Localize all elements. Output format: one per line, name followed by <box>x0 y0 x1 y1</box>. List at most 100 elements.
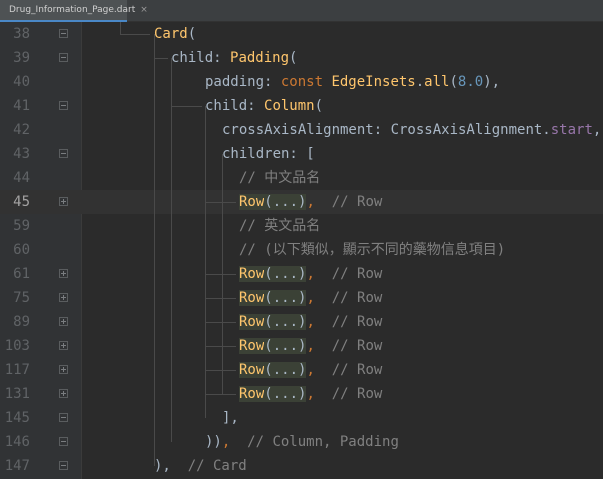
code-line[interactable]: 39 child: Padding( <box>0 46 603 70</box>
code-token: Row <box>239 314 265 330</box>
code-line[interactable]: 44 // 中文品名 <box>0 166 603 190</box>
code-token: start <box>550 122 593 138</box>
code-line[interactable]: 60 // (以下類似，顯示不同的藥物信息項目) <box>0 238 603 262</box>
line-number: 89 <box>13 314 30 330</box>
code-token: // Row <box>314 362 383 378</box>
code-token: Row <box>239 290 265 306</box>
code-line[interactable]: 131 Row(...), // Row <box>0 382 603 406</box>
fold-collapse-icon[interactable] <box>59 461 68 470</box>
code-token: (...) <box>264 290 307 306</box>
line-number: 41 <box>13 98 30 114</box>
code-text: Row(...), // Row <box>239 190 382 214</box>
fold-expand-icon[interactable] <box>59 317 68 326</box>
code-token: Row <box>239 338 265 354</box>
line-number: 75 <box>13 290 30 306</box>
code-line[interactable]: 59 // 英文品名 <box>0 214 603 238</box>
code-token: ( <box>187 26 197 42</box>
code-line[interactable]: 43 children: [ <box>0 142 603 166</box>
code-token: . <box>415 74 425 90</box>
code-token: (...) <box>264 266 307 282</box>
code-token: (...) <box>264 386 307 402</box>
code-line[interactable]: 103 Row(...), // Row <box>0 334 603 358</box>
line-number: 45 <box>13 194 30 210</box>
code-token: , <box>306 314 315 330</box>
fold-collapse-icon[interactable] <box>59 437 68 446</box>
fold-collapse-icon[interactable] <box>59 53 68 62</box>
fold-expand-icon[interactable] <box>59 197 68 206</box>
code-token: , <box>306 362 315 378</box>
code-token: // Row <box>314 290 383 306</box>
code-token: // Row <box>314 314 383 330</box>
tab-drug-information-page[interactable]: Drug_Information_Page.dart × <box>0 0 148 22</box>
fold-collapse-icon[interactable] <box>59 101 68 110</box>
code-token: // (以下類似，顯示不同的藥物信息項目) <box>239 242 506 258</box>
code-line[interactable]: 41 child: Column( <box>0 94 603 118</box>
line-number: 60 <box>13 242 30 258</box>
code-line[interactable]: 145], <box>0 406 603 430</box>
code-line[interactable]: 117 Row(...), // Row <box>0 358 603 382</box>
line-number: 40 <box>13 74 30 90</box>
indent-guide <box>205 322 236 323</box>
code-token: Card <box>154 26 188 42</box>
fold-expand-icon[interactable] <box>59 341 68 350</box>
line-number: 117 <box>4 362 30 378</box>
code-text: Row(...), // Row <box>239 382 382 406</box>
code-text: // 英文品名 <box>239 214 320 238</box>
code-token: const <box>280 74 332 90</box>
code-editor[interactable]: 38 Card(39 child: Padding( 40 padding: const… <box>0 22 603 479</box>
code-line[interactable]: 61 Row(...), // Row <box>0 262 603 286</box>
line-number: 59 <box>13 218 30 234</box>
code-text: Card( <box>154 22 196 46</box>
code-token: EdgeInsets <box>331 74 416 90</box>
code-token: (...) <box>264 314 307 330</box>
indent-guide <box>205 298 236 299</box>
fold-expand-icon[interactable] <box>59 293 68 302</box>
indent-guide <box>154 58 168 59</box>
indent-guide <box>171 106 202 107</box>
code-token: )) <box>205 434 222 450</box>
code-text: Row(...), // Row <box>239 334 382 358</box>
code-token: all <box>424 74 450 90</box>
line-number: 147 <box>4 458 30 474</box>
code-token: , <box>592 122 602 138</box>
code-line[interactable]: 89 Row(...), // Row <box>0 310 603 334</box>
code-token: children: [ <box>222 146 315 162</box>
line-number: 145 <box>4 410 30 426</box>
code-token: (...) <box>264 362 307 378</box>
indent-guide <box>205 202 236 203</box>
close-icon[interactable]: × <box>140 5 148 15</box>
code-text: // (以下類似，顯示不同的藥物信息項目) <box>239 238 505 262</box>
code-token: // 英文品名 <box>239 218 321 234</box>
code-line[interactable]: 40 padding: const EdgeInsets.all(8.0), <box>0 70 603 94</box>
code-text: // 中文品名 <box>239 166 320 190</box>
code-line[interactable]: 147), // Card <box>0 454 603 478</box>
code-line[interactable]: 146)), // Column, Padding <box>0 430 603 454</box>
code-token: // 中文品名 <box>239 170 321 186</box>
code-token: Row <box>239 194 265 210</box>
code-line[interactable]: 45 Row(...), // Row <box>0 190 603 214</box>
fold-collapse-icon[interactable] <box>59 413 68 422</box>
indent-guide <box>205 394 236 395</box>
fold-collapse-icon[interactable] <box>59 149 68 158</box>
code-token: // Column, Padding <box>230 434 399 450</box>
code-token: padding: <box>205 74 281 90</box>
fold-collapse-icon[interactable] <box>59 29 68 38</box>
code-token: Column <box>264 98 315 114</box>
indent-guide <box>205 370 236 371</box>
code-line[interactable]: 38 Card( <box>0 22 603 46</box>
code-line[interactable]: 42 crossAxisAlignment: CrossAxisAlignment… <box>0 118 603 142</box>
fold-expand-icon[interactable] <box>59 365 68 374</box>
code-text: Row(...), // Row <box>239 286 382 310</box>
indent-guide <box>120 34 150 35</box>
fold-expand-icon[interactable] <box>59 269 68 278</box>
code-token: (...) <box>264 194 307 210</box>
code-token: , <box>306 386 315 402</box>
code-token: Padding <box>230 50 290 66</box>
code-token: 8.0 <box>457 74 484 90</box>
code-line[interactable]: 75 Row(...), // Row <box>0 286 603 310</box>
code-token: Row <box>239 386 265 402</box>
code-text: child: Column( <box>205 94 323 118</box>
fold-expand-icon[interactable] <box>59 389 68 398</box>
line-number: 146 <box>4 434 30 450</box>
code-token: ( <box>289 50 298 66</box>
